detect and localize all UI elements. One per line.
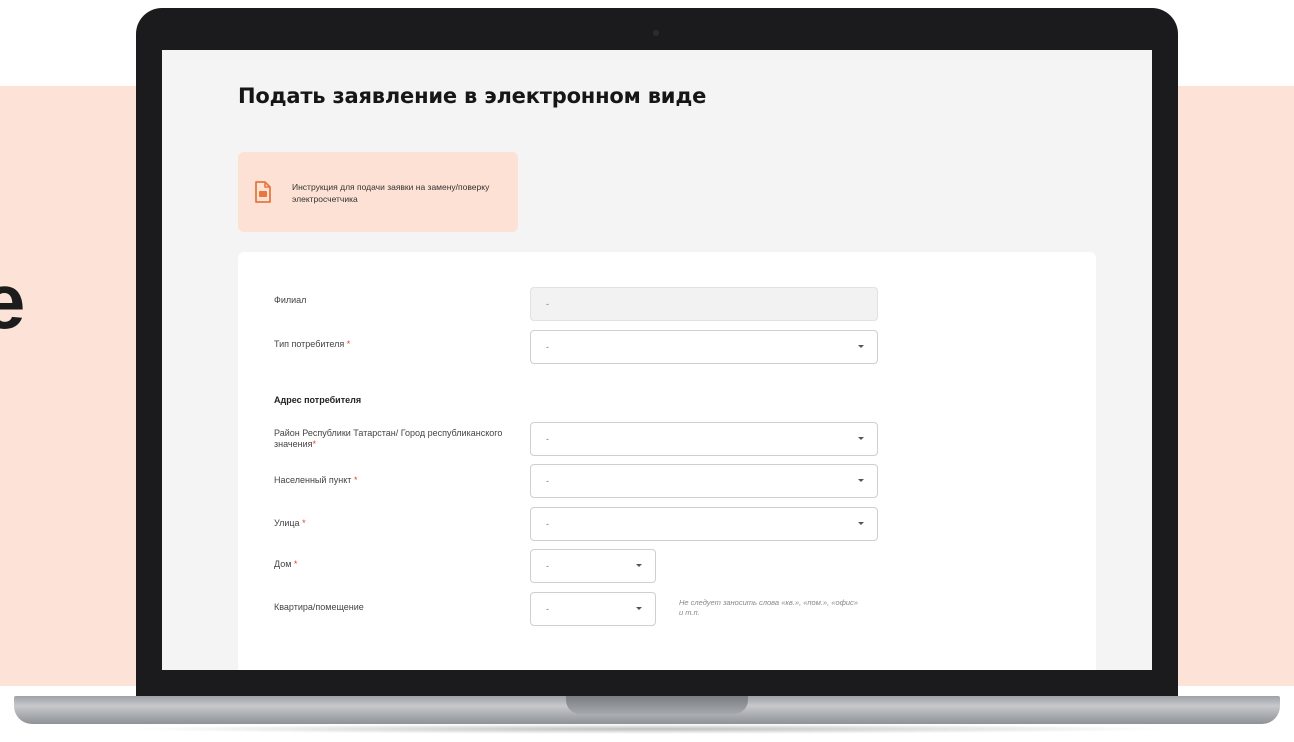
required-mark: * <box>312 439 316 449</box>
apartment-value: - <box>546 604 549 614</box>
consumer-type-value: - <box>546 342 549 352</box>
street-label: Улица * <box>274 518 306 528</box>
laptop-screen: Подать заявление в электронном виде Инст… <box>162 50 1152 670</box>
apartment-label: Квартира/помещение <box>274 602 364 612</box>
laptop-base-notch <box>566 696 748 714</box>
application-form: Филиал - Тип потребителя * - Адрес потре… <box>238 252 1096 670</box>
address-section-title: Адрес потребителя <box>274 395 362 405</box>
house-value: - <box>546 561 549 571</box>
chevron-down-icon <box>858 345 864 348</box>
instruction-link-text[interactable]: Инструкция для подачи заявки на замену/п… <box>292 181 502 205</box>
required-mark: * <box>353 475 358 485</box>
street-select[interactable]: - <box>530 507 878 541</box>
district-value: - <box>546 434 549 444</box>
settlement-select[interactable]: - <box>530 464 878 498</box>
settlement-label: Населенный пункт * <box>274 475 358 485</box>
chevron-down-icon <box>636 607 642 610</box>
branch-label: Филиал <box>274 295 307 305</box>
district-label: Район Республики Татарстан/ Город респуб… <box>274 428 503 449</box>
chevron-down-icon <box>858 437 864 440</box>
laptop-camera <box>653 30 659 36</box>
street-value: - <box>546 519 549 529</box>
chevron-down-icon <box>858 522 864 525</box>
required-mark: * <box>293 559 298 569</box>
apartment-hint: Не следует заносить слова «кв.», «пом.»,… <box>679 598 858 617</box>
branch-field: - <box>530 287 878 321</box>
instruction-card[interactable]: Инструкция для подачи заявки на замену/п… <box>238 152 518 232</box>
consumer-type-select[interactable]: - <box>530 330 878 364</box>
house-label: Дом * <box>274 559 298 569</box>
district-select[interactable]: - <box>530 422 878 456</box>
settlement-value: - <box>546 476 549 486</box>
side-heading-fragment: e <box>0 257 26 345</box>
branch-value: - <box>546 299 549 309</box>
page-title: Подать заявление в электронном виде <box>238 84 707 108</box>
house-select[interactable]: - <box>530 549 656 583</box>
consumer-type-label: Тип потребителя * <box>274 339 351 349</box>
document-icon <box>255 181 271 203</box>
apartment-select[interactable]: - <box>530 592 656 626</box>
required-mark: * <box>346 339 351 349</box>
chevron-down-icon <box>858 479 864 482</box>
required-mark: * <box>302 518 306 528</box>
laptop-shadow <box>120 724 1174 734</box>
chevron-down-icon <box>636 564 642 567</box>
